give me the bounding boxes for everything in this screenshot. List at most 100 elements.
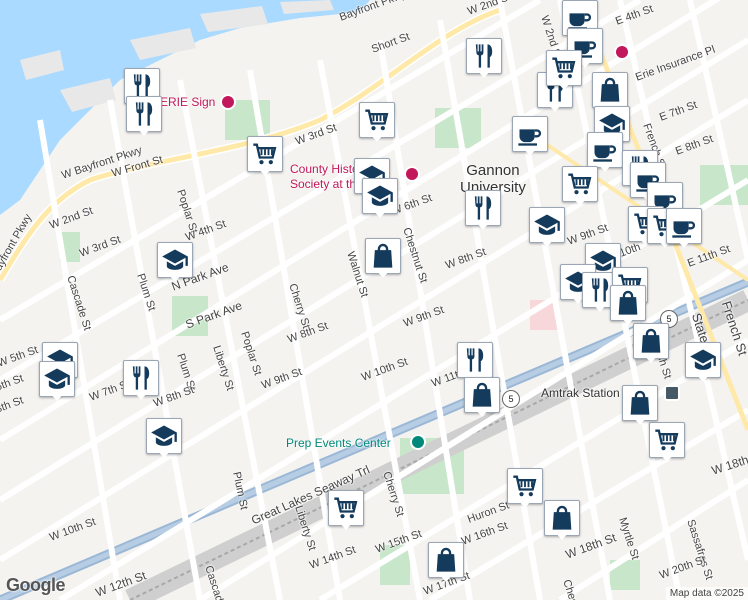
shopping-icon bbox=[432, 546, 460, 574]
school-marker[interactable] bbox=[157, 242, 193, 284]
map-canvas[interactable]: Bayfront Pkwy W 2nd St E 4th St Short St… bbox=[0, 0, 748, 600]
school-marker[interactable] bbox=[685, 342, 721, 384]
marker-pointer bbox=[157, 450, 171, 458]
restaurant-marker[interactable] bbox=[123, 360, 159, 402]
shopping-icon bbox=[596, 76, 624, 104]
restaurant-icon bbox=[461, 346, 489, 374]
marker-pointer bbox=[523, 148, 537, 156]
school-marker[interactable] bbox=[362, 178, 398, 220]
shopping-icon bbox=[468, 381, 496, 409]
marker-pointer bbox=[540, 239, 554, 247]
marker-pointer bbox=[339, 522, 353, 530]
marker-box bbox=[39, 361, 75, 397]
marker-pointer bbox=[555, 532, 569, 540]
marker-pointer bbox=[370, 134, 384, 142]
school-marker[interactable] bbox=[146, 418, 182, 460]
marker-pointer bbox=[477, 70, 491, 78]
marker-pointer bbox=[258, 168, 272, 176]
marker-box bbox=[544, 500, 580, 536]
shopping-marker[interactable] bbox=[365, 238, 401, 280]
prep-events-poi[interactable] bbox=[410, 434, 426, 450]
marker-pointer bbox=[50, 393, 64, 401]
grocery-marker[interactable] bbox=[247, 136, 283, 178]
shopping-marker[interactable] bbox=[544, 500, 580, 542]
marker-pointer bbox=[598, 164, 612, 172]
gannon-line1: Gannon bbox=[466, 162, 520, 179]
school-marker[interactable] bbox=[39, 361, 75, 403]
marker-box bbox=[562, 166, 598, 202]
marker-pointer bbox=[593, 304, 607, 312]
grocery-marker[interactable] bbox=[328, 490, 364, 532]
marker-box bbox=[328, 490, 364, 526]
marker-pointer bbox=[677, 240, 691, 248]
marker-pointer bbox=[475, 409, 489, 417]
marker-pointer bbox=[557, 82, 571, 90]
school-icon bbox=[366, 182, 394, 210]
grocery-icon bbox=[332, 494, 360, 522]
grocery-icon bbox=[653, 426, 681, 454]
shopping-marker[interactable] bbox=[633, 323, 669, 365]
shopping-icon bbox=[548, 504, 576, 532]
marker-box bbox=[610, 285, 646, 321]
restaurant-icon bbox=[470, 42, 498, 70]
grocery-marker[interactable] bbox=[649, 422, 685, 464]
prep-events-label: Prep Events Center bbox=[286, 436, 391, 450]
amtrak-station-icon[interactable] bbox=[664, 385, 680, 401]
cafe-marker[interactable] bbox=[512, 116, 548, 158]
marker-box bbox=[507, 468, 543, 504]
marker-box bbox=[126, 96, 162, 132]
grocery-icon bbox=[363, 106, 391, 134]
erie-sign-label: ERIE Sign bbox=[160, 95, 216, 109]
marker-box bbox=[362, 178, 398, 214]
marker-box bbox=[622, 385, 658, 421]
grocery-icon bbox=[251, 140, 279, 168]
restaurant-icon bbox=[130, 100, 158, 128]
shopping-icon bbox=[369, 242, 397, 270]
marker-box bbox=[146, 418, 182, 454]
marker-pointer bbox=[439, 574, 453, 582]
marker-box bbox=[428, 542, 464, 578]
shopping-icon bbox=[614, 289, 642, 317]
marker-box bbox=[512, 116, 548, 152]
marker-box bbox=[464, 377, 500, 413]
shopping-marker[interactable] bbox=[610, 285, 646, 327]
cafe-marker[interactable] bbox=[666, 208, 702, 250]
cafe-icon bbox=[516, 120, 544, 148]
county-historical-poi[interactable] bbox=[404, 166, 420, 182]
marker-box bbox=[587, 132, 623, 168]
marker-pointer bbox=[476, 222, 490, 230]
marker-pointer bbox=[376, 270, 390, 278]
marker-pointer bbox=[168, 274, 182, 282]
restaurant-marker[interactable] bbox=[465, 190, 501, 232]
school-icon bbox=[161, 246, 189, 274]
marker-box bbox=[157, 242, 193, 278]
school-icon bbox=[689, 346, 717, 374]
marker-pointer bbox=[548, 104, 562, 112]
marker-box bbox=[685, 342, 721, 378]
route-5-shield: 5 bbox=[502, 390, 520, 408]
marker-box bbox=[666, 208, 702, 244]
marker-box bbox=[365, 238, 401, 274]
grocery-marker[interactable] bbox=[546, 50, 582, 92]
shopping-marker[interactable] bbox=[464, 377, 500, 419]
grocery-icon bbox=[566, 170, 594, 198]
shopping-marker[interactable] bbox=[622, 385, 658, 427]
map-attribution[interactable]: Map data ©2025 bbox=[665, 587, 748, 600]
marker-pointer bbox=[633, 417, 647, 425]
gannon-poi[interactable] bbox=[614, 44, 630, 60]
marker-box bbox=[359, 102, 395, 138]
shopping-marker[interactable] bbox=[428, 542, 464, 584]
grocery-marker[interactable] bbox=[562, 166, 598, 208]
marker-box bbox=[529, 207, 565, 243]
cafe-icon bbox=[591, 136, 619, 164]
restaurant-marker[interactable] bbox=[126, 96, 162, 138]
google-logo: Google bbox=[6, 575, 66, 595]
school-marker[interactable] bbox=[529, 207, 565, 249]
grocery-marker[interactable] bbox=[507, 468, 543, 510]
marker-box bbox=[466, 38, 502, 74]
grocery-marker[interactable] bbox=[359, 102, 395, 144]
marker-box bbox=[649, 422, 685, 458]
erie-sign-poi[interactable] bbox=[220, 94, 236, 110]
marker-box bbox=[633, 323, 669, 359]
restaurant-marker[interactable] bbox=[466, 38, 502, 80]
